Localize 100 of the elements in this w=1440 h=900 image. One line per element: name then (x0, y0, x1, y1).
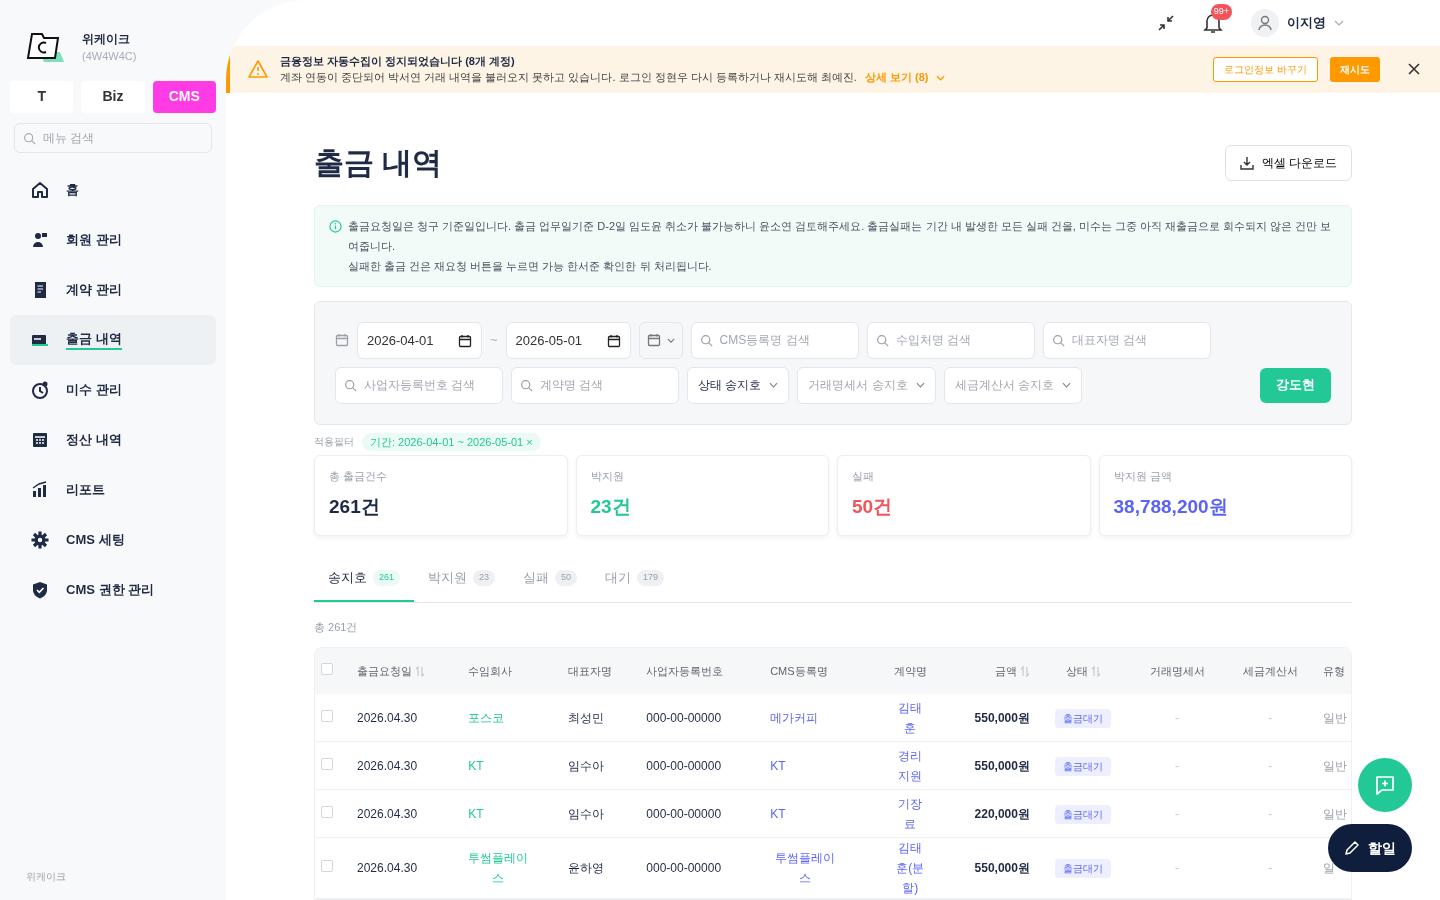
filter-select[interactable]: 세금계산서 송지호 (943, 366, 1083, 404)
table-cell: 000-00-00000 (646, 758, 722, 773)
date-field[interactable]: 2026-04-01 (357, 321, 482, 359)
mode-tab[interactable]: CMS (152, 80, 216, 113)
tab[interactable]: 박지원 23 (414, 560, 510, 602)
chevron-icon (1062, 382, 1072, 388)
table-cell: 2026.04.30 (357, 806, 418, 821)
filter-select[interactable]: 거래명세서 송지호 (797, 366, 936, 404)
table-cell: 550,000원 (974, 758, 1030, 773)
search-field[interactable]: 대표자명 검색 (1042, 321, 1211, 359)
chevron-icon[interactable] (1334, 20, 1344, 27)
chat-add-icon (1374, 774, 1396, 796)
table-cell: 2026.04.30 (357, 758, 418, 773)
search-icon (344, 378, 357, 392)
sort-icon[interactable] (415, 666, 425, 678)
calendar-icon (646, 333, 661, 347)
tab[interactable]: 실패 50 (509, 560, 592, 602)
user-name[interactable]: 이지영 (1287, 13, 1326, 33)
alert-title: 금융정보 자동수집이 정지되었습니다 (8개 계정) (280, 53, 516, 69)
table-cell: 윤하영 (568, 861, 605, 875)
download-icon (1239, 155, 1254, 170)
calendar-icon (335, 333, 349, 347)
alert-message: 계좌 연동이 중단되어 박서연 거래 내역을 불러오지 못하고 있습니다. 로그인 정현우 다시 등록하거나 재시도해 최예진. (280, 70, 857, 86)
status-badge: 출금대기 (1055, 859, 1112, 878)
table-link[interactable]: 김태훈(분할) (893, 838, 928, 898)
sidebar-item[interactable]: 정산 내역 (10, 414, 216, 465)
table-cell: - (1175, 710, 1180, 725)
stat-label: 실패 (852, 469, 875, 484)
sort-icon[interactable] (1090, 666, 1101, 678)
info-icon (329, 219, 342, 233)
table-link[interactable]: KT (770, 803, 786, 824)
column-header: 수임회사 (468, 664, 513, 677)
search-icon (23, 131, 36, 145)
mode-tab[interactable]: T (10, 80, 74, 113)
bell-icon[interactable] (1203, 12, 1223, 35)
gear-icon (30, 529, 50, 550)
search-field[interactable]: CMS등록명 검색 (690, 321, 859, 359)
sidebar-item[interactable]: 출금 내역 (10, 314, 216, 365)
table-cell: 550,000원 (974, 861, 1030, 875)
chevron-icon[interactable] (936, 74, 946, 81)
sidebar-item[interactable]: 리포트 (10, 464, 216, 515)
column-header: 거래명세서 (1149, 664, 1205, 677)
column-header: CMS등록명 (770, 664, 828, 677)
notification-badge: 99+ (1210, 4, 1232, 20)
filter-select[interactable]: 상태 송지호 (687, 366, 790, 404)
search-field[interactable]: 계약명 검색 (511, 366, 679, 404)
sort-icon[interactable] (1019, 666, 1030, 678)
calendar-icon (606, 333, 621, 348)
checkbox[interactable] (321, 709, 333, 722)
stat-value: 50건 (852, 494, 894, 519)
sidebar-item[interactable]: 홈 (10, 164, 216, 215)
sidebar-item[interactable]: 계약 관리 (10, 264, 216, 315)
checkbox[interactable] (321, 805, 333, 818)
footer-text: 위케이크 (25, 870, 67, 884)
sidebar-item[interactable]: 미수 관리 (10, 364, 216, 415)
sidebar-item[interactable]: 회원 관리 (10, 214, 216, 265)
applied-filter-label: 적용필터 (314, 435, 354, 450)
mode-tab[interactable]: Biz (81, 80, 145, 113)
stat-label: 박지원 (590, 469, 625, 484)
count-badge: 261 (373, 570, 401, 586)
table-cell: - (1268, 710, 1273, 725)
checkbox[interactable] (321, 860, 333, 872)
tab[interactable]: 송지호 261 (314, 560, 415, 602)
sidebar-item[interactable]: CMS 세팅 (10, 514, 216, 565)
table-link[interactable]: 기장료 (893, 793, 928, 834)
collapse-icon[interactable] (1157, 14, 1175, 33)
table-link[interactable]: 투썸플레이스 (770, 848, 841, 888)
search-field[interactable]: 사업자등록번호 검색 (335, 366, 503, 404)
table-link[interactable]: 메가커피 (770, 707, 819, 728)
table-cell: - (1175, 861, 1180, 875)
table-cell: 2026.04.30 (357, 710, 418, 725)
stat-label: 총 출금건수 (329, 469, 389, 484)
menu-search-field[interactable]: 메뉴 검색 (14, 122, 212, 153)
close-icon[interactable] (1408, 63, 1420, 76)
excel-download-button[interactable]: 엑셀 다운로드 (1224, 144, 1352, 181)
checkbox[interactable] (321, 757, 333, 770)
stat-value: 261건 (329, 494, 381, 519)
date-field[interactable]: 2026-05-01 (505, 321, 631, 359)
table-cell: - (1175, 758, 1180, 773)
tab[interactable]: 대기 179 (591, 560, 679, 602)
table-cell: - (1175, 806, 1180, 821)
column-header: 대표자명 (568, 664, 613, 677)
table-link[interactable]: 김태훈 (893, 697, 928, 738)
stat-value: 38,788,200원 (1113, 494, 1229, 519)
table-cell: - (1268, 806, 1273, 821)
table-link[interactable]: KT (770, 755, 786, 776)
chevron-icon (769, 382, 779, 388)
status-badge: 출금대기 (1055, 756, 1112, 776)
date-preset-button[interactable] (638, 321, 683, 359)
search-field[interactable]: 수입처명 검색 (866, 321, 1035, 359)
column-header: 세금계산서 (1242, 664, 1298, 677)
table-link[interactable]: 경리지원 (893, 745, 928, 786)
table-cell: - (1268, 758, 1273, 773)
column-header: 계약명 (893, 664, 927, 677)
column-header: 사업자등록번호 (646, 664, 724, 677)
table-cell: 000-00-00000 (646, 710, 722, 725)
chat-button[interactable] (1358, 758, 1412, 812)
checkbox[interactable] (321, 662, 333, 675)
table-cell: 220,000원 (974, 806, 1030, 821)
sidebar-item[interactable]: CMS 권한 관리 (10, 564, 216, 615)
